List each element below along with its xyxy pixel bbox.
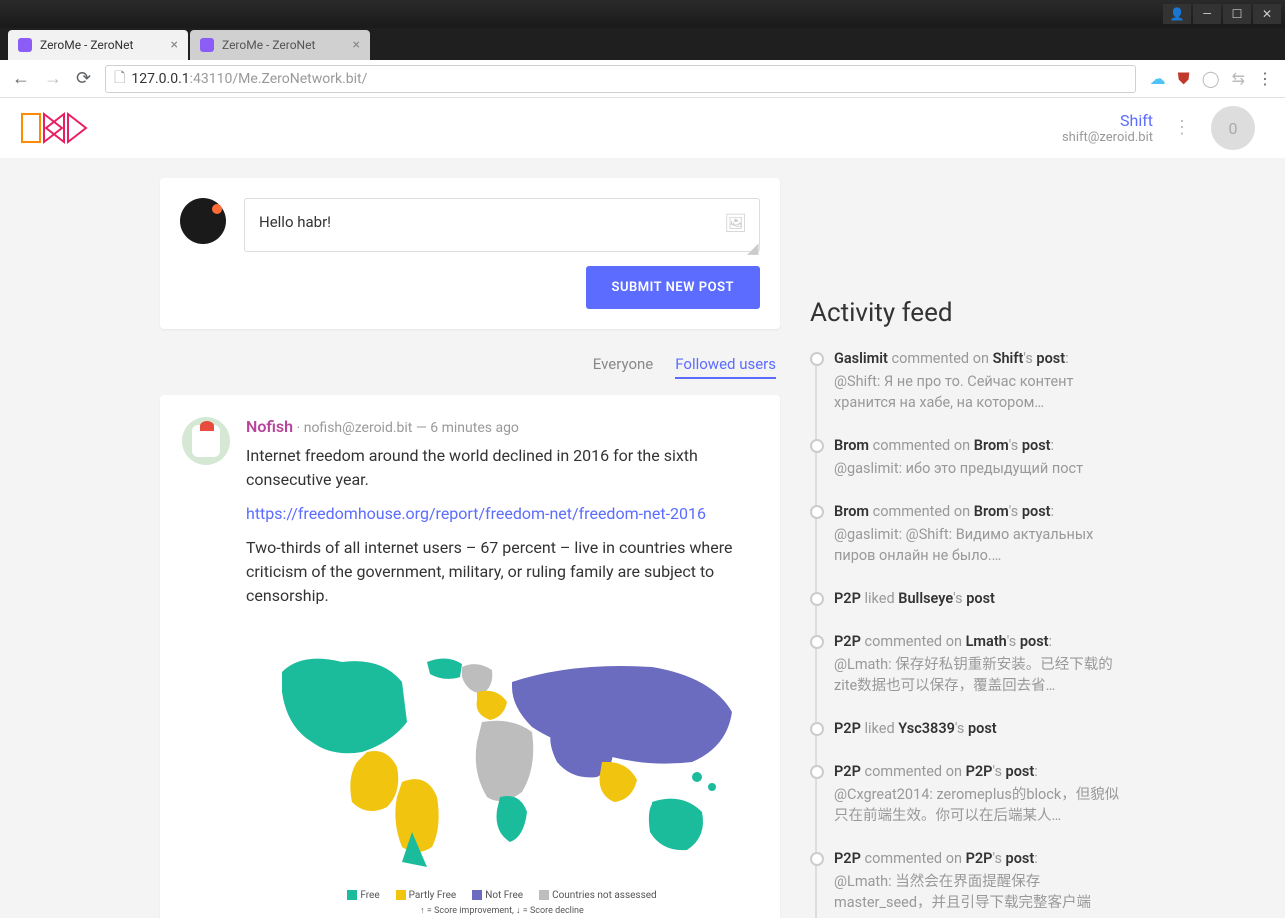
- activity-item[interactable]: Brom commented on Brom's post:@gaslimit:…: [834, 501, 1120, 566]
- image-upload-icon[interactable]: 🖼: [724, 213, 747, 234]
- app-logo[interactable]: [20, 110, 110, 146]
- reload-button[interactable]: ⟳: [76, 68, 91, 89]
- post-card: Nofish · nofish@zeroid.bit — 6 minutes a…: [160, 395, 780, 918]
- back-button[interactable]: ←: [12, 68, 30, 89]
- compose-card: Hello habr! 🖼 ◢ SUBMIT NEW POST: [160, 178, 780, 329]
- notification-badge[interactable]: 0: [1211, 106, 1255, 150]
- post-image: Free Partly Free Not Free Countries not …: [246, 622, 758, 916]
- user-icon[interactable]: 👤: [1163, 4, 1191, 24]
- forward-button[interactable]: →: [44, 68, 62, 89]
- browser-nav: ← → ⟳ 🗋 127.0.0.1:43110/Me.ZeroNetwork.b…: [0, 60, 1285, 98]
- browser-menu-icon[interactable]: ⋮: [1257, 69, 1273, 88]
- post-handle: · nofish@zeroid.bit: [297, 420, 413, 436]
- filter-everyone[interactable]: Everyone: [593, 355, 653, 379]
- url-path: /Me.ZeroNetwork.bit/: [232, 71, 367, 87]
- activity-item[interactable]: P2P commented on P2P's post:@Lmath: 当然会在…: [834, 848, 1120, 913]
- activity-item[interactable]: Brom commented on Brom's post:@gaslimit:…: [834, 435, 1120, 479]
- url-bar[interactable]: 🗋 127.0.0.1:43110/Me.ZeroNetwork.bit/: [105, 65, 1136, 93]
- app-header: Shift shift@zeroid.bit ⋮ 0: [0, 98, 1285, 158]
- shield-ext-icon[interactable]: ⛊: [1178, 69, 1190, 89]
- page-content: Shift shift@zeroid.bit ⋮ 0 Hello habr! 🖼…: [0, 98, 1285, 918]
- minimize-button[interactable]: —: [1193, 4, 1221, 24]
- tab-close-icon[interactable]: ×: [353, 37, 360, 53]
- post-link[interactable]: https://freedomhouse.org/report/freedom-…: [246, 504, 706, 523]
- tab-favicon: [18, 38, 32, 52]
- activity-item[interactable]: P2P commented on P2P's post:@Cxgreat2014…: [834, 761, 1120, 826]
- url-port: :43110: [190, 71, 233, 87]
- page-info-icon[interactable]: 🗋: [114, 67, 125, 91]
- current-user[interactable]: Shift shift@zeroid.bit: [1062, 111, 1153, 145]
- activity-item[interactable]: P2P liked Ysc3839's post: [834, 718, 1120, 739]
- tab-close-icon[interactable]: ×: [171, 37, 178, 53]
- post-text-1: Internet freedom around the world declin…: [246, 444, 758, 492]
- extension-icons: ☁ ⛊ ◯ ⇆ ⋮: [1150, 69, 1273, 89]
- cloud-ext-icon[interactable]: ☁: [1150, 69, 1166, 88]
- tab-favicon: [200, 38, 214, 52]
- tab-title: ZeroMe - ZeroNet: [222, 38, 315, 52]
- circle-ext-icon[interactable]: ◯: [1202, 69, 1220, 88]
- activity-item[interactable]: P2P liked Bullseye's post: [834, 588, 1120, 609]
- resize-handle-icon[interactable]: ◢: [747, 239, 757, 249]
- compose-avatar: [180, 198, 226, 244]
- activity-item[interactable]: P2P commented on Lmath's post:@Lmath: 保存…: [834, 631, 1120, 696]
- browser-tab-inactive[interactable]: ZeroMe - ZeroNet ×: [190, 30, 370, 60]
- window-titlebar: 👤 — ☐ ✕: [0, 0, 1285, 28]
- map-legend: Free Partly Free Not Free Countries not …: [246, 890, 758, 901]
- maximize-button[interactable]: ☐: [1223, 4, 1251, 24]
- url-host: 127.0.0.1: [131, 71, 189, 87]
- post-text-2: Two-thirds of all internet users – 67 pe…: [246, 536, 758, 608]
- user-address: shift@zeroid.bit: [1062, 130, 1153, 145]
- compose-text: Hello habr!: [259, 213, 331, 231]
- submit-post-button[interactable]: SUBMIT NEW POST: [586, 266, 760, 309]
- browser-tab-active[interactable]: ZeroMe - ZeroNet ×: [8, 30, 188, 60]
- activity-item[interactable]: Gaslimit commented on Shift's post:@Shif…: [834, 348, 1120, 413]
- browser-tabs: ZeroMe - ZeroNet × ZeroMe - ZeroNet ×: [0, 28, 1285, 60]
- activity-title: Activity feed: [810, 298, 1120, 328]
- header-menu-icon[interactable]: ⋮: [1173, 125, 1191, 131]
- post-author[interactable]: Nofish: [246, 417, 293, 436]
- post-time: — 6 minutes ago: [416, 420, 519, 436]
- filter-followed[interactable]: Followed users: [675, 355, 776, 379]
- activity-list: Gaslimit commented on Shift's post:@Shif…: [810, 348, 1120, 918]
- compose-textarea[interactable]: Hello habr! 🖼 ◢: [244, 198, 760, 252]
- user-name: Shift: [1062, 111, 1153, 130]
- post-avatar[interactable]: [182, 417, 230, 465]
- feed-filter: Everyone Followed users: [160, 347, 780, 395]
- close-button[interactable]: ✕: [1253, 4, 1281, 24]
- world-map-svg: [252, 622, 752, 882]
- tab-title: ZeroMe - ZeroNet: [40, 38, 133, 52]
- sync-ext-icon[interactable]: ⇆: [1232, 69, 1245, 88]
- map-legend-sub: ↑ = Score improvement, ↓ = Score decline: [246, 905, 758, 916]
